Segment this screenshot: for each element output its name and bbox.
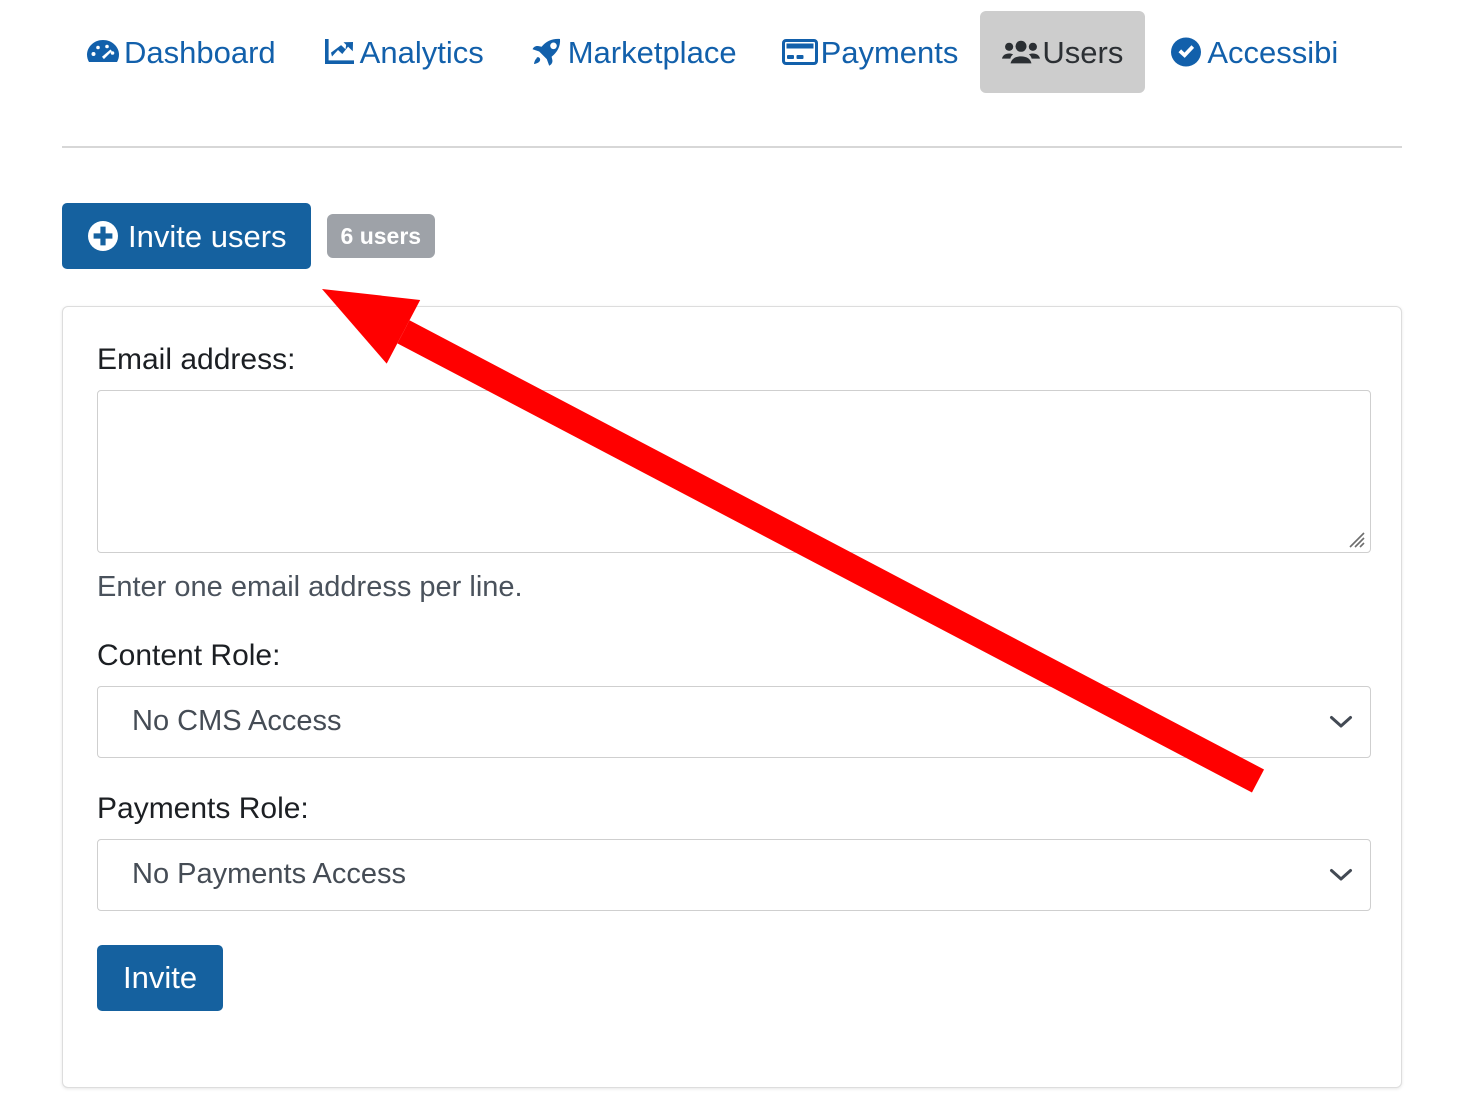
nav-item-payments[interactable]: Payments — [759, 11, 981, 93]
nav-item-label: Analytics — [359, 34, 484, 70]
check-circle-icon — [1167, 36, 1205, 68]
nav-item-accessibility[interactable]: Accessibi — [1145, 11, 1360, 93]
invite-form-card: Email address: Enter one email address p… — [62, 306, 1402, 1088]
nav-item-label: Marketplace — [567, 34, 737, 70]
chart-line-icon — [320, 36, 358, 68]
nav-item-users[interactable]: Users — [980, 11, 1146, 93]
content-role-select-wrap: No CMS Access — [97, 685, 1371, 758]
email-help-text: Enter one email address per line. — [97, 571, 523, 603]
nav-item-analytics[interactable]: Analytics — [298, 11, 506, 93]
email-address-input[interactable] — [97, 390, 1371, 553]
email-address-label: Email address: — [97, 343, 296, 376]
nav-item-marketplace[interactable]: Marketplace — [506, 11, 759, 93]
users-toolbar: Invite users 6 users — [62, 203, 436, 269]
payments-role-label: Payments Role: — [97, 791, 309, 825]
content-role-selected-value: No CMS Access — [132, 705, 342, 738]
nav-item-label: Payments — [820, 34, 959, 70]
nav-list: Dashboard Analytics Marketplace Payments… — [62, 0, 1464, 104]
invite-users-button[interactable]: Invite users — [62, 203, 311, 269]
user-count-badge: 6 users — [326, 214, 436, 258]
payments-role-group: Payments Role: No Payments Access — [97, 791, 1371, 911]
payments-role-selected-value: No Payments Access — [132, 858, 406, 891]
email-textarea-wrap — [97, 390, 1371, 553]
invite-submit-label: Invite — [123, 960, 198, 996]
plus-circle-icon — [86, 219, 120, 253]
content-role-group: Content Role: No CMS Access — [97, 638, 1371, 758]
content-role-label: Content Role: — [97, 638, 281, 672]
nav-item-label: Accessibi — [1207, 34, 1339, 70]
page-root: Dashboard Analytics Marketplace Payments… — [0, 0, 1464, 1106]
credit-card-icon — [781, 36, 819, 68]
main-navigation: Dashboard Analytics Marketplace Payments… — [0, 0, 1464, 147]
payments-role-select-wrap: No Payments Access — [97, 838, 1371, 911]
payments-role-select[interactable]: No Payments Access — [97, 838, 1371, 911]
dashboard-gauge-icon — [84, 36, 122, 68]
nav-item-label: Dashboard — [124, 34, 276, 70]
invite-users-label: Invite users — [128, 218, 287, 254]
users-group-icon — [1002, 36, 1041, 68]
nav-item-dashboard[interactable]: Dashboard — [62, 11, 298, 93]
header-divider — [62, 146, 1402, 148]
content-role-select[interactable]: No CMS Access — [97, 685, 1371, 758]
nav-item-label: Users — [1042, 34, 1124, 70]
invite-submit-button[interactable]: Invite — [97, 944, 224, 1011]
rocket-icon — [528, 36, 566, 68]
